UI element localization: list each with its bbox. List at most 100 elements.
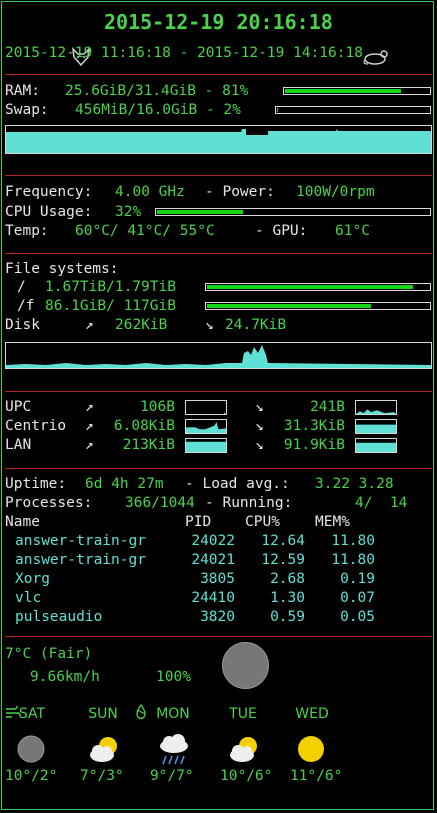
separator	[5, 175, 432, 176]
separator	[5, 253, 432, 254]
disk-write-value: 24.7KiB	[225, 317, 287, 333]
net-up-value: 213KiB	[122, 437, 175, 453]
net-down-graph	[355, 438, 397, 453]
net-up-graph	[185, 400, 227, 415]
fs-value-f: 86.1GiB/ 117GiB	[45, 298, 176, 314]
process-pid: 3820	[200, 609, 235, 625]
forecast-temp: 9°/7°	[150, 768, 194, 784]
temp-values: 60°C/ 41°C/ 55°C	[75, 223, 215, 239]
swap-value: 456MiB/16.0GiB - 2%	[75, 102, 241, 118]
partly-cloudy-icon	[227, 734, 263, 764]
humidity-icon	[134, 668, 151, 738]
process-mem: 0.05	[340, 609, 375, 625]
net-name: LAN	[5, 437, 32, 453]
process-mem: 11.80	[331, 552, 375, 568]
forecast-day: SUN	[88, 706, 118, 722]
forecast-day: SAT	[18, 706, 46, 722]
process-pid: 24022	[191, 533, 235, 549]
net-down-value: 91.9KiB	[283, 437, 345, 453]
net-down-icon: ↘	[255, 418, 264, 434]
net-down-value: 241B	[310, 399, 345, 415]
ram-label: RAM:	[5, 83, 40, 99]
cpu-usage-value: 32%	[115, 204, 142, 220]
freq-value: 4.00 GHz	[115, 184, 185, 200]
separator	[5, 391, 432, 392]
process-pid: 3805	[200, 571, 235, 587]
col-mem-header: MEM%	[315, 514, 350, 530]
net-down-graph	[355, 400, 397, 415]
col-name-header: Name	[5, 514, 40, 530]
swap-bar	[275, 106, 431, 114]
wind-icon	[5, 668, 22, 738]
separator	[5, 636, 432, 637]
fs-mount-f: /f	[17, 298, 35, 314]
forecast-temp: 11°/6°	[290, 768, 343, 784]
fs-bar-root	[205, 283, 431, 291]
net-name: UPC	[5, 399, 32, 415]
process-cpu: 0.59	[270, 609, 305, 625]
net-name: Centrio	[5, 418, 67, 434]
process-pid: 24021	[191, 552, 235, 568]
disk-write-icon: ↘	[205, 317, 214, 333]
process-cpu: 1.30	[270, 590, 305, 606]
process-name: answer-train-gr	[15, 533, 146, 549]
fs-mount-root: /	[17, 279, 26, 295]
moon-icon	[16, 734, 46, 764]
running-value: 4/ 14	[355, 495, 408, 511]
net-up-graph	[185, 438, 227, 453]
process-mem: 11.80	[331, 533, 375, 549]
uptime-value: 6d 4h 27m	[85, 476, 164, 492]
process-cpu: 12.59	[261, 552, 305, 568]
process-cpu: 2.68	[270, 571, 305, 587]
uptime-label: Uptime:	[5, 476, 67, 492]
process-cpu: 12.64	[261, 533, 305, 549]
separator	[5, 468, 432, 469]
process-pid: 24410	[191, 590, 235, 606]
load-label: - Load avg.:	[185, 476, 290, 492]
forecast-day: MON	[156, 706, 190, 722]
forecast-day: WED	[295, 706, 329, 722]
forecast-day: TUE	[229, 706, 257, 722]
rain-cloud-icon	[157, 734, 193, 768]
process-mem: 0.07	[340, 590, 375, 606]
net-down-icon: ↘	[255, 399, 264, 415]
processes-value: 366/1044	[125, 495, 195, 511]
sun-icon	[296, 734, 326, 764]
processes-label: Processes:	[5, 495, 93, 511]
net-down-graph	[355, 419, 397, 434]
process-mem: 0.19	[340, 571, 375, 587]
forecast-temp: 10°/2°	[5, 768, 58, 784]
swap-label: Swap:	[5, 102, 49, 118]
process-name: Xorg	[15, 571, 50, 587]
disk-graph	[5, 342, 432, 369]
header-range: 2015-12-19 11:16:18 - 2015-12-19 14:16:1…	[5, 45, 363, 61]
forecast-temp: 10°/6°	[220, 768, 273, 784]
ram-bar	[283, 87, 431, 95]
temp-label: Temp:	[5, 223, 49, 239]
net-up-icon: ↗	[85, 399, 94, 415]
net-up-value: 6.08KiB	[113, 418, 175, 434]
gpu-value: 61°C	[335, 223, 370, 239]
process-name: pulseaudio	[15, 609, 103, 625]
memory-graph	[5, 125, 432, 154]
fs-title: File systems:	[5, 261, 119, 277]
net-up-value: 106B	[140, 399, 175, 415]
partly-cloudy-icon	[87, 734, 123, 764]
freq-label: Frequency:	[5, 184, 93, 200]
col-pid-header: PID	[185, 514, 212, 530]
header-datetime: 2015-12-19 20:16:18	[104, 10, 333, 34]
disk-read-icon: ↗	[85, 317, 94, 333]
net-up-graph	[185, 419, 227, 434]
net-up-icon: ↗	[85, 437, 94, 453]
wind-value: 9.66km/h	[30, 669, 100, 685]
power-value: 100W/0rpm	[296, 184, 375, 200]
net-down-value: 31.3KiB	[283, 418, 345, 434]
ram-value: 25.6GiB/31.4GiB - 81%	[65, 83, 249, 99]
process-name: answer-train-gr	[15, 552, 146, 568]
disk-read-value: 262KiB	[115, 317, 168, 333]
cpu-usage-bar	[155, 208, 431, 216]
fs-value-root: 1.67TiB/1.79TiB	[45, 279, 176, 295]
gpu-label: - GPU:	[255, 223, 308, 239]
humidity-value: 100%	[156, 669, 191, 685]
col-cpu-header: CPU%	[245, 514, 280, 530]
